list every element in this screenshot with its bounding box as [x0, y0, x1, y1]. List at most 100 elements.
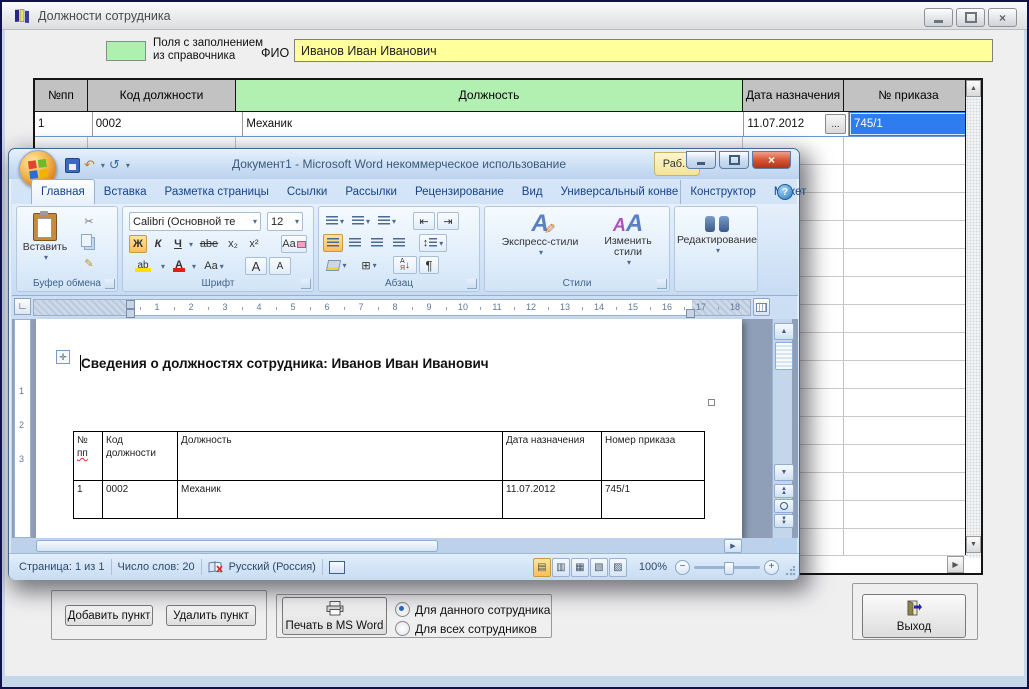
- status-word-count[interactable]: Число слов: 20: [118, 561, 195, 573]
- view-fullscreen-reading-button[interactable]: ▥: [552, 558, 570, 577]
- font-name-combo[interactable]: Calibri (Основной те ▾: [129, 212, 261, 231]
- editing-button[interactable]: Редактирование ▾: [677, 211, 757, 271]
- clear-formatting-button[interactable]: Aa: [281, 235, 307, 253]
- zoom-in-button[interactable]: +: [764, 560, 779, 575]
- delete-item-button[interactable]: Удалить пункт: [166, 605, 256, 626]
- ruler-toggle-button[interactable]: [753, 298, 770, 316]
- grid-empty-cell[interactable]: [844, 417, 973, 445]
- grid-empty-cell[interactable]: [844, 221, 973, 249]
- doc-cell-code[interactable]: 0002: [103, 481, 178, 519]
- align-left-button[interactable]: [323, 234, 343, 252]
- multilevel-list-button[interactable]: ▾: [375, 212, 399, 230]
- scroll-down-button[interactable]: ▼: [966, 536, 981, 553]
- undo-dropdown-icon[interactable]: ▾: [101, 161, 105, 170]
- doc-cell-position[interactable]: Механик: [178, 481, 503, 519]
- shrink-font-button[interactable]: А: [269, 257, 291, 275]
- strikethrough-button[interactable]: abe: [197, 235, 221, 253]
- numbering-button[interactable]: ▾: [349, 212, 373, 230]
- grid-header-order[interactable]: № приказа: [844, 80, 973, 112]
- pilcrow-button[interactable]: ¶: [419, 256, 439, 274]
- justify-button[interactable]: [389, 234, 409, 252]
- zoom-out-button[interactable]: −: [675, 560, 690, 575]
- word-close-button[interactable]: ×: [752, 151, 791, 169]
- grid-empty-cell[interactable]: [844, 361, 973, 389]
- view-draft-button[interactable]: ▨: [609, 558, 627, 577]
- hanging-indent-marker[interactable]: [126, 309, 135, 318]
- doc-cell-no[interactable]: 1: [74, 481, 103, 519]
- underline-button[interactable]: Ч: [169, 235, 187, 253]
- grid-vertical-scrollbar[interactable]: ▲ ▼: [965, 80, 981, 558]
- doc-header-position[interactable]: Должность: [178, 432, 503, 481]
- maximize-button[interactable]: [956, 8, 985, 27]
- decrease-indent-button[interactable]: ⇤: [413, 212, 435, 230]
- copy-icon[interactable]: [81, 234, 92, 247]
- format-painter-button[interactable]: ✎: [79, 254, 99, 272]
- radio-current-employee[interactable]: Для данного сотрудника: [395, 602, 550, 617]
- grid-header-date[interactable]: Дата назначения: [743, 80, 844, 112]
- word-tab-4[interactable]: Рассылки: [336, 180, 406, 204]
- qat-customize-icon[interactable]: ▾: [126, 161, 130, 170]
- grid-empty-cell[interactable]: [844, 501, 973, 529]
- font-dialog-launcher[interactable]: [301, 279, 311, 289]
- doc-header-no[interactable]: №пп: [74, 432, 103, 481]
- help-icon[interactable]: ?: [777, 184, 793, 200]
- underline-dropdown-icon[interactable]: ▾: [189, 240, 193, 249]
- grid-empty-cell[interactable]: [844, 249, 973, 277]
- clipboard-dialog-launcher[interactable]: [105, 279, 115, 289]
- scroll-right-button[interactable]: ▶: [947, 556, 964, 573]
- grid-empty-cell[interactable]: [844, 445, 973, 473]
- word-tab-1[interactable]: Вставка: [95, 180, 156, 204]
- doc-cell-order[interactable]: 745/1: [602, 481, 705, 519]
- add-item-button[interactable]: Добавить пункт: [65, 605, 153, 626]
- resize-grip[interactable]: [785, 566, 795, 576]
- increase-indent-button[interactable]: ⇥: [437, 212, 459, 230]
- word-scroll-right-button[interactable]: ▶: [724, 539, 742, 553]
- close-button[interactable]: ×: [988, 8, 1017, 27]
- fio-input[interactable]: Иванов Иван Иванович: [294, 39, 993, 62]
- doc-header-code[interactable]: Код должности: [103, 432, 178, 481]
- word-minimize-button[interactable]: [686, 151, 716, 169]
- document-heading[interactable]: Сведения о должностях сотрудника: Иванов…: [81, 356, 489, 371]
- word-tab-0[interactable]: Главная: [31, 179, 95, 204]
- right-indent-marker[interactable]: [686, 309, 695, 318]
- radio-all-employees[interactable]: Для всех сотрудников: [395, 621, 537, 636]
- cell-date[interactable]: 11.07.2012 ...: [744, 112, 849, 137]
- save-icon[interactable]: [65, 158, 80, 173]
- select-browse-object-button[interactable]: [774, 499, 794, 513]
- word-hscroll-thumb[interactable]: [36, 540, 438, 552]
- word-tab-2[interactable]: Разметка страницы: [156, 180, 278, 204]
- cell-code[interactable]: 0002: [93, 112, 244, 137]
- grid-header-code[interactable]: Код должности: [88, 80, 236, 112]
- table-move-handle[interactable]: ✛: [56, 350, 70, 364]
- view-print-layout-button[interactable]: ▤: [533, 558, 551, 577]
- word-scroll-thumb[interactable]: [775, 342, 793, 370]
- grid-empty-cell[interactable]: [844, 333, 973, 361]
- status-page[interactable]: Страница: 1 из 1: [19, 561, 105, 573]
- exit-button[interactable]: Выход: [862, 594, 966, 638]
- subscript-button[interactable]: x₂: [223, 235, 243, 253]
- grid-header-position[interactable]: Должность: [236, 80, 743, 112]
- spellcheck-icon[interactable]: [208, 561, 224, 574]
- word-tab-5[interactable]: Рецензирование: [406, 180, 513, 204]
- change-case-button[interactable]: Aa▾: [201, 257, 227, 275]
- grid-empty-cell[interactable]: [844, 529, 973, 557]
- quick-styles-button[interactable]: A ✎ Экспресс-стили ▾: [493, 211, 587, 275]
- previous-page-button[interactable]: ▲▲: [774, 484, 794, 498]
- word-tab-3[interactable]: Ссылки: [278, 180, 337, 204]
- macro-record-icon[interactable]: [329, 561, 345, 574]
- word-scroll-down-button[interactable]: ▼: [774, 464, 794, 481]
- word-scroll-up-button[interactable]: ▲: [774, 323, 794, 340]
- align-right-button[interactable]: [367, 234, 387, 252]
- highlight-dropdown-icon[interactable]: ▾: [161, 262, 165, 271]
- sort-button[interactable]: АЯ ↓: [393, 256, 417, 274]
- left-indent-marker[interactable]: [126, 300, 135, 309]
- grid-empty-cell[interactable]: [844, 473, 973, 501]
- word-tab-7[interactable]: Универсальный конве: [552, 180, 682, 204]
- date-browse-button[interactable]: ...: [825, 114, 846, 134]
- styles-dialog-launcher[interactable]: [657, 279, 667, 289]
- paragraph-dialog-launcher[interactable]: [467, 279, 477, 289]
- doc-cell-date[interactable]: 11.07.2012: [503, 481, 602, 519]
- document-page[interactable]: ✛ Сведения о должностях сотрудника: Иван…: [36, 319, 742, 538]
- cell-num[interactable]: 1: [35, 112, 93, 137]
- cut-button[interactable]: ✂: [79, 212, 99, 230]
